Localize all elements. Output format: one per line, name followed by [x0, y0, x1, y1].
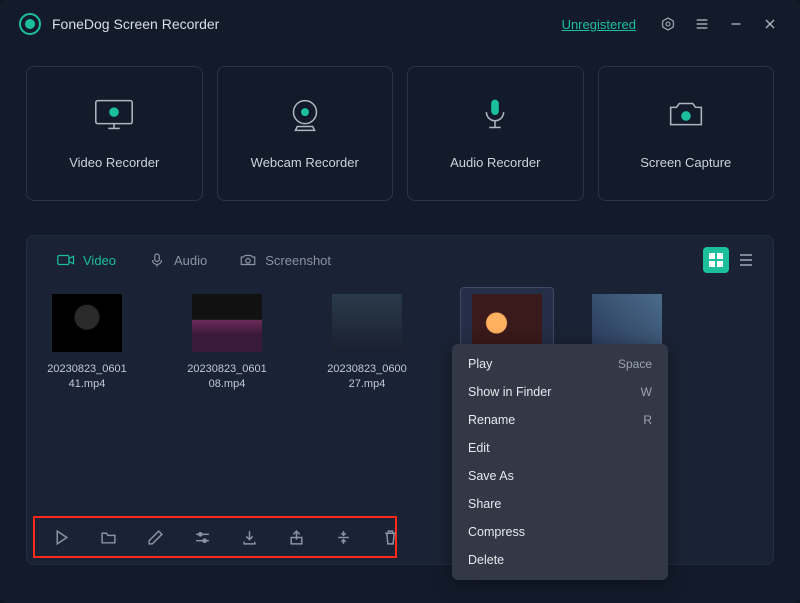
tab-audio[interactable]: Audio: [132, 252, 223, 268]
screen-capture-card[interactable]: Screen Capture: [598, 66, 775, 201]
tabs-bar: Video Audio Screenshot: [27, 236, 773, 284]
microphone-icon: [472, 97, 518, 133]
file-name: 20230823_060027.mp4: [327, 362, 407, 392]
settings-icon[interactable]: [656, 12, 680, 36]
feature-row: Video Recorder Webcam Recorder Audio Rec…: [0, 48, 800, 201]
minimize-icon[interactable]: [724, 12, 748, 36]
ctx-save-as[interactable]: Save As: [452, 462, 668, 490]
card-label: Screen Capture: [640, 155, 731, 170]
grid-view-button[interactable]: [703, 247, 729, 273]
register-link[interactable]: Unregistered: [562, 17, 636, 32]
webcam-recorder-card[interactable]: Webcam Recorder: [217, 66, 394, 201]
app-title: FoneDog Screen Recorder: [52, 16, 219, 32]
tab-label: Video: [83, 253, 116, 268]
context-menu: PlaySpace Show in FinderW RenameR Edit S…: [452, 344, 668, 580]
ctx-delete[interactable]: Delete: [452, 546, 668, 574]
ctx-rename[interactable]: RenameR: [452, 406, 668, 434]
tab-label: Screenshot: [265, 253, 331, 268]
ctx-show-in-finder[interactable]: Show in FinderW: [452, 378, 668, 406]
trash-icon[interactable]: [382, 527, 399, 547]
folder-icon[interactable]: [100, 527, 117, 547]
share-icon[interactable]: [288, 527, 305, 547]
list-view-button[interactable]: [733, 247, 759, 273]
monitor-record-icon: [91, 97, 137, 133]
card-label: Video Recorder: [69, 155, 159, 170]
card-label: Webcam Recorder: [251, 155, 359, 170]
tab-video[interactable]: Video: [41, 252, 132, 268]
ctx-compress[interactable]: Compress: [452, 518, 668, 546]
video-recorder-card[interactable]: Video Recorder: [26, 66, 203, 201]
recording-item[interactable]: 20230823_060141.mp4: [47, 294, 127, 393]
thumbnail-icon: [332, 294, 402, 352]
audio-recorder-card[interactable]: Audio Recorder: [407, 66, 584, 201]
webcam-icon: [282, 97, 328, 133]
file-name: 20230823_060108.mp4: [187, 362, 267, 392]
save-icon[interactable]: [241, 527, 258, 547]
ctx-play[interactable]: PlaySpace: [452, 350, 668, 378]
thumbnail-icon: [192, 294, 262, 352]
sliders-icon[interactable]: [194, 527, 211, 547]
recording-item[interactable]: 20230823_060108.mp4: [187, 294, 267, 393]
thumbnail-icon: [52, 294, 122, 352]
edit-icon[interactable]: [147, 527, 164, 547]
file-name: 20230823_060141.mp4: [47, 362, 127, 392]
menu-icon[interactable]: [690, 12, 714, 36]
action-toolbar: [33, 516, 397, 558]
camera-icon: [663, 97, 709, 133]
recording-item[interactable]: 20230823_060027.mp4: [327, 294, 407, 393]
tab-screenshot[interactable]: Screenshot: [223, 252, 347, 268]
ctx-edit[interactable]: Edit: [452, 434, 668, 462]
tab-label: Audio: [174, 253, 207, 268]
close-icon[interactable]: [758, 12, 782, 36]
compress-icon[interactable]: [335, 527, 352, 547]
card-label: Audio Recorder: [450, 155, 540, 170]
app-logo: [18, 12, 42, 36]
ctx-share[interactable]: Share: [452, 490, 668, 518]
title-bar: FoneDog Screen Recorder Unregistered: [0, 0, 800, 48]
play-icon[interactable]: [53, 527, 70, 547]
